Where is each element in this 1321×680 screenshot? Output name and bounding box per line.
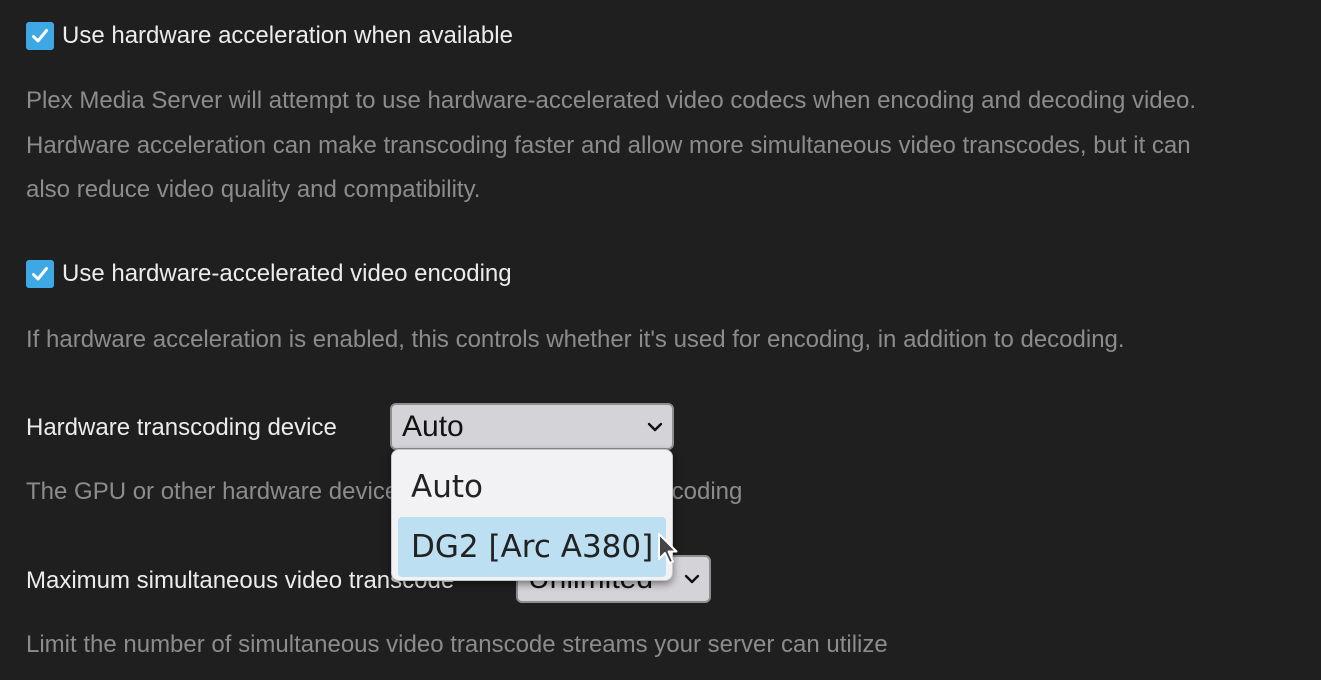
transcoding-device-label: Hardware transcoding device bbox=[26, 414, 337, 441]
hw-accel-description-line-1: Plex Media Server will attempt to use ha… bbox=[26, 87, 1197, 114]
hw-accel-description: Plex Media Server will attempt to use ha… bbox=[26, 79, 1196, 213]
hw-accel-description-line-2: Hardware acceleration can make transcodi… bbox=[26, 131, 1191, 159]
chevron-down-icon bbox=[675, 573, 709, 585]
transcoding-device-dropdown: Auto DG2 [Arc A380] bbox=[391, 449, 673, 581]
dropdown-option-auto[interactable]: Auto bbox=[398, 457, 666, 517]
hw-encoding-label[interactable]: Use hardware-accelerated video encoding bbox=[62, 260, 512, 288]
hw-accel-label[interactable]: Use hardware acceleration when available bbox=[62, 22, 513, 50]
chevron-down-icon bbox=[638, 421, 672, 433]
max-transcode-description: Limit the number of simultaneous video t… bbox=[26, 631, 888, 658]
hw-encoding-checkbox[interactable] bbox=[26, 260, 54, 288]
transcoder-settings-page: Use hardware acceleration when available… bbox=[0, 0, 1321, 680]
hw-encoding-description: If hardware acceleration is enabled, thi… bbox=[26, 326, 1125, 353]
checkmark-icon bbox=[32, 29, 48, 43]
transcoding-device-selected-value: Auto bbox=[402, 409, 464, 443]
checkmark-icon bbox=[32, 267, 48, 281]
hw-accel-checkbox[interactable] bbox=[26, 22, 54, 50]
hw-encoding-setting[interactable]: Use hardware-accelerated video encoding bbox=[26, 260, 512, 288]
dropdown-option-dg2-arc-a380[interactable]: DG2 [Arc A380] bbox=[398, 517, 666, 577]
hw-accel-description-line-3: also reduce video quality and compatibil… bbox=[26, 176, 481, 203]
mouse-pointer-icon bbox=[658, 533, 678, 564]
hw-accel-setting[interactable]: Use hardware acceleration when available bbox=[26, 22, 513, 50]
transcoding-device-select[interactable]: Auto bbox=[390, 403, 674, 450]
max-transcode-label: Maximum simultaneous video transcode bbox=[26, 567, 455, 594]
